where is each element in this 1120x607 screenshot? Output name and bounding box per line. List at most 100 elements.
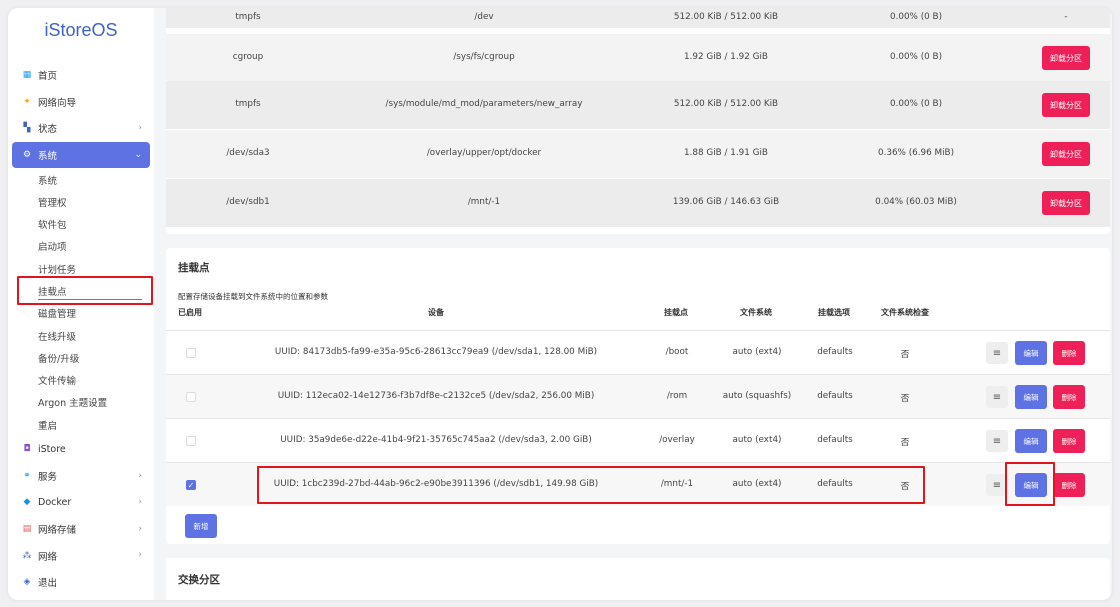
edit-button[interactable]: 编辑: [1015, 429, 1047, 453]
mount-cell-options: defaults: [817, 435, 853, 445]
unmount-button[interactable]: 卸载分区: [1042, 93, 1090, 117]
mount-points-title: 挂载点: [178, 262, 210, 274]
brand-logo[interactable]: iStoreOS: [8, 20, 154, 41]
chevron-icon: ›: [138, 550, 142, 561]
swap-title: 交换分区: [178, 574, 220, 586]
sidebar-subitem-label: Argon 主题设置: [38, 398, 108, 410]
delete-button[interactable]: 删除: [1053, 473, 1085, 497]
sidebar-subitem-label: 重启: [38, 420, 58, 432]
unmount-button[interactable]: 卸载分区: [1042, 46, 1090, 70]
mount-cell-device: UUID: 35a9de6e-d22e-41b4-9f21-35765c745a…: [280, 435, 592, 445]
fs-cell-action: -: [1064, 12, 1068, 22]
row-menu-button[interactable]: ≡: [986, 430, 1008, 452]
chevron-icon: ›: [138, 523, 142, 534]
sidebar-item-label: 首页: [38, 71, 58, 83]
sidebar-subitem[interactable]: 启动项: [8, 235, 154, 257]
fs-table-row: tmpfs/sys/module/md_mod/parameters/new_a…: [166, 81, 1110, 129]
fs-cell-fs: cgroup: [232, 52, 264, 62]
edit-button[interactable]: 编辑: [1015, 341, 1047, 365]
fs-cell-mount: /overlay/upper/opt/docker: [426, 148, 542, 158]
enabled-checkbox[interactable]: ✓: [186, 480, 196, 490]
sidebar-item-label: 服务: [38, 471, 58, 483]
sidebar-item-status[interactable]: ▚ 状态 ›: [8, 115, 154, 142]
chevron-icon: ›: [138, 497, 142, 508]
col-options: 挂载选项: [818, 308, 850, 317]
delete-button[interactable]: 删除: [1053, 341, 1085, 365]
sidebar-subitem[interactable]: 备份/升级: [8, 347, 154, 369]
sidebar-subitem-label: 启动项: [38, 242, 67, 254]
enabled-checkbox[interactable]: [186, 436, 196, 446]
delete-button[interactable]: 删除: [1053, 385, 1085, 409]
row-menu-button[interactable]: ≡: [986, 342, 1008, 364]
mount-cell-options: defaults: [817, 391, 853, 401]
col-mountpoint: 挂载点: [664, 308, 688, 317]
chevron-icon: ›: [138, 123, 142, 134]
fs-cell-fs: /dev/sda3: [226, 148, 270, 158]
sidebar-subitem[interactable]: Argon 主题设置: [8, 391, 154, 413]
sidebar-subitem[interactable]: 软件包: [8, 213, 154, 235]
sidebar-subitem[interactable]: 在线升级: [8, 324, 154, 346]
docker-icon: ◆: [23, 497, 31, 508]
fs-cell-used: 0.04% (60.03 MiB): [875, 197, 957, 207]
fs-cell-mount: /mnt/-1: [467, 197, 501, 207]
sidebar-subitem[interactable]: 磁盘管理: [8, 302, 154, 324]
fs-cell-fs: tmpfs: [235, 12, 261, 22]
services-icon: ⚭: [23, 470, 31, 481]
status-icon: ▚: [23, 123, 31, 134]
fs-cell-used: 0.00% (0 B): [889, 52, 943, 62]
sidebar-item-wizard[interactable]: ✦ 网络向导: [8, 89, 154, 116]
sidebar-item-store[interactable]: ◘ iStore: [8, 436, 154, 463]
sidebar-item-label: 网络存储: [38, 525, 77, 537]
sidebar-item-storage[interactable]: ▤ 网络存储 ›: [8, 516, 154, 543]
mount-cell-filesystem: auto (ext4): [732, 347, 782, 357]
fs-table-row: cgroup/sys/fs/cgroup 1.92 GiB / 1.92 GiB 0…: [166, 34, 1110, 82]
fs-table-row: /dev/sda3/overlay/upper/opt/docker 1.88 G…: [166, 130, 1110, 178]
fs-cell-used: 0.36% (6.96 MiB): [877, 148, 955, 158]
sidebar-subitem-label: 计划任务: [38, 264, 77, 276]
sidebar-item-logout[interactable]: ◈ 退出: [8, 569, 154, 596]
sidebar-item-label: 状态: [38, 124, 58, 136]
enabled-checkbox[interactable]: [186, 392, 196, 402]
mount-cell-fsck: 否: [900, 394, 910, 404]
unmount-button[interactable]: 卸载分区: [1042, 142, 1090, 166]
sidebar-item-gear[interactable]: ⚙ 系统 ⌄: [12, 141, 150, 169]
sidebar-nav: ▦ 首页 ✦ 网络向导 ▚ 状态 › ⚙ 系统 ⌄ 系统 管理权 软件包 启动项 计划任务 挂载点 磁盘管理 在线…: [8, 62, 154, 596]
fs-cell-mount: /sys/module/md_mod/parameters/new_array: [385, 99, 583, 109]
swap-card: 交换分区: [166, 558, 1110, 600]
sidebar-subitem[interactable]: 重启: [8, 414, 154, 436]
mount-cell-device: UUID: 84173db5-fa99-e35a-95c6-28613cc79e…: [274, 347, 598, 357]
fs-table-row: /dev/sdb1/mnt/-1 139.06 GiB / 146.63 GiB 0…: [166, 179, 1110, 227]
sidebar-subitem[interactable]: 文件传输: [8, 369, 154, 391]
sidebar-item-label: 退出: [38, 578, 58, 590]
sidebar-subitem-label: 系统: [38, 175, 58, 187]
mount-cell-device: UUID: 112eca02-14e12736-f3b7df8e-c2132ce…: [277, 391, 595, 401]
network-icon: ⁂: [22, 550, 32, 561]
chevron-icon: ›: [138, 470, 142, 481]
sidebar-item-network[interactable]: ⁂ 网络 ›: [8, 542, 154, 569]
edit-button[interactable]: 编辑: [1015, 385, 1047, 409]
sidebar-subitem-label: 管理权: [38, 197, 67, 209]
sidebar-item-services[interactable]: ⚭ 服务 ›: [8, 463, 154, 490]
add-mount-button[interactable]: 新增: [185, 514, 217, 538]
sidebar-item-docker[interactable]: ◆ Docker ›: [8, 489, 154, 516]
unmount-button[interactable]: 卸载分区: [1042, 191, 1090, 215]
delete-button[interactable]: 删除: [1053, 429, 1085, 453]
sidebar-item-label: 网络: [38, 551, 58, 563]
mount-points-description: 配置存储设备挂载到文件系统中的位置和参数: [178, 292, 328, 301]
highlight-sidebar-mountpoints: [17, 276, 153, 305]
fs-cell-used: 0.00% (0 B): [889, 12, 943, 22]
sidebar-subitem[interactable]: 系统: [8, 168, 154, 190]
sidebar-subitem[interactable]: 管理权: [8, 191, 154, 213]
row-menu-button[interactable]: ≡: [986, 386, 1008, 408]
mount-row: UUID: 84173db5-fa99-e35a-95c6-28613cc79e…: [166, 330, 1110, 374]
enabled-checkbox[interactable]: [186, 348, 196, 358]
mount-cell-filesystem: auto (ext4): [732, 435, 782, 445]
sidebar-item-dashboard[interactable]: ▦ 首页: [8, 62, 154, 89]
sidebar-item-label: 系统: [38, 151, 58, 163]
fs-cell-size: 512.00 KiB / 512.00 KiB: [673, 99, 779, 109]
fs-cell-mount: /dev: [474, 12, 494, 22]
mount-row: UUID: 35a9de6e-d22e-41b4-9f21-35765c745a…: [166, 418, 1110, 462]
col-fsck: 文件系统检查: [881, 308, 929, 317]
sidebar-subitem-label: 磁盘管理: [38, 309, 77, 321]
mounted-filesystems-card: tmpfs/dev 512.00 KiB / 512.00 KiB 0.00% (0…: [166, 8, 1110, 234]
